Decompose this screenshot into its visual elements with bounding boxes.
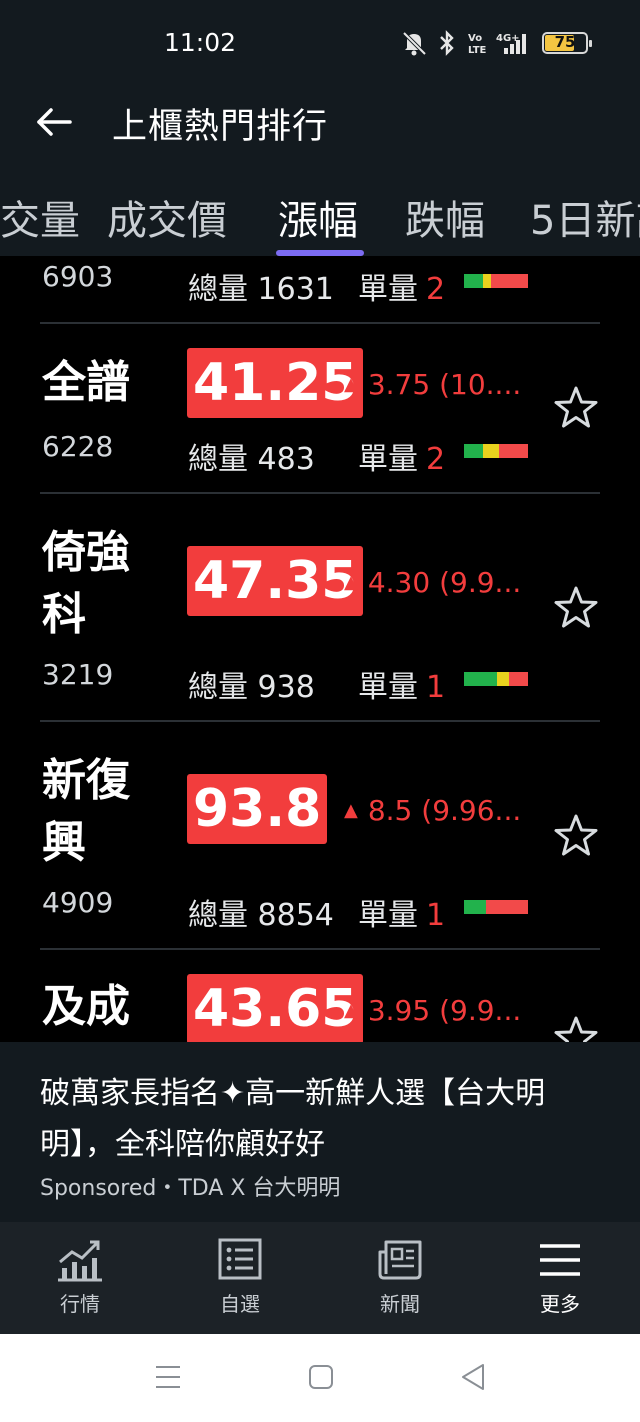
- bid-ask-bar: [464, 900, 528, 914]
- stock-code: 6903: [42, 260, 114, 293]
- nav-item-more[interactable]: 更多: [500, 1238, 620, 1317]
- battery-level: 75: [554, 33, 576, 51]
- star-icon[interactable]: [552, 1014, 600, 1042]
- nav-item-market[interactable]: 行情: [20, 1238, 140, 1317]
- tab-bar: 成交量 成交價 漲幅 跌幅 5日新高: [0, 160, 640, 256]
- nav-label: 行情: [60, 1292, 100, 1316]
- price-box: 47.35: [187, 546, 364, 616]
- tab-volume[interactable]: 成交量: [0, 188, 80, 246]
- volte-icon: Vo LTE: [468, 33, 486, 56]
- star-icon[interactable]: [552, 812, 600, 860]
- stock-row[interactable]: 6903 總量 1631 單量 2: [0, 256, 640, 324]
- system-nav-bar: [0, 1334, 640, 1422]
- price-box: 43.65: [187, 974, 364, 1042]
- stock-name: 及成: [42, 981, 130, 1032]
- stock-row[interactable]: 及成 43.65 ▲ 3.95 (9.9...: [0, 950, 640, 1042]
- battery-icon: 75: [542, 32, 592, 54]
- total-volume: 總量 938: [188, 670, 315, 705]
- stock-code: 3219: [42, 658, 114, 691]
- stock-row[interactable]: 全譜 6228 41.25 ▲ 3.75 (10.... 總量 483 單量 2: [0, 324, 640, 492]
- tab-price[interactable]: 成交價: [107, 188, 227, 246]
- svg-text:LTE: LTE: [468, 45, 486, 56]
- svg-text:Vo: Vo: [468, 33, 482, 44]
- price-change: ▲ 8.5 (9.96...: [344, 794, 522, 827]
- news-icon: [378, 1240, 422, 1280]
- price-box: 41.25: [187, 348, 364, 418]
- stock-row[interactable]: 新復興 4909 93.8 ▲ 8.5 (9.96... 總量 8854 單量 1: [0, 722, 640, 948]
- total-volume: 總量 483: [188, 442, 315, 477]
- unit-volume: 單量 2: [358, 442, 446, 477]
- status-icons: Vo LTE 4G+ 75: [400, 30, 592, 56]
- unit-volume: 單量 1: [358, 670, 446, 705]
- stock-row[interactable]: 倚強科 3219 47.35 ▲ 4.30 (9.9... 總量 938 單量 1: [0, 494, 640, 720]
- bottom-nav: 行情 自選 新聞 更多: [0, 1222, 640, 1334]
- back-arrow-icon[interactable]: [34, 102, 74, 142]
- bid-ask-bar: [464, 672, 528, 686]
- back-triangle-icon[interactable]: [460, 1362, 486, 1392]
- home-square-icon[interactable]: [308, 1362, 334, 1392]
- nav-label: 新聞: [380, 1292, 420, 1316]
- status-bar: 11:02 Vo LTE 4G+ 75: [0, 0, 640, 84]
- star-icon[interactable]: [552, 584, 600, 632]
- stock-name: 全譜: [42, 357, 130, 408]
- status-time: 11:02: [164, 28, 237, 57]
- chart-icon: [58, 1240, 102, 1282]
- mute-bell-icon: [402, 31, 427, 56]
- stock-name: 倚強科: [42, 527, 130, 640]
- signal-4g-icon: 4G+: [496, 33, 526, 54]
- tab-gainers[interactable]: 漲幅: [278, 188, 358, 246]
- price-box: 93.8: [187, 774, 328, 844]
- ad-title: 破萬家長指名✦高一新鮮人選【台大明明】，全科陪你顧好好: [40, 1076, 546, 1162]
- bid-ask-bar: [464, 444, 528, 458]
- price-change: ▲ 3.95 (9.9...: [344, 994, 522, 1027]
- unit-volume: 單量 2: [358, 272, 446, 307]
- list-icon: [218, 1238, 262, 1280]
- star-icon[interactable]: [552, 384, 600, 432]
- ad-sponsor: Sponsored・TDA X 台大明明: [40, 1176, 341, 1201]
- price-change: ▲ 4.30 (9.9...: [344, 566, 522, 599]
- stock-code: 6228: [42, 430, 114, 463]
- bluetooth-icon: [440, 30, 454, 56]
- stock-list[interactable]: 6903 總量 1631 單量 2 全譜 6228 41.25 ▲ 3.75 (10…: [0, 256, 640, 1042]
- nav-item-news[interactable]: 新聞: [340, 1238, 460, 1317]
- recents-menu-icon[interactable]: [154, 1362, 182, 1392]
- total-volume: 總量 8854: [188, 898, 334, 933]
- sponsored-ad[interactable]: 破萬家長指名✦高一新鮮人選【台大明明】，全科陪你顧好好 Sponsored・TD…: [0, 1042, 640, 1222]
- stock-code: 4909: [42, 886, 114, 919]
- page-title: 上櫃熱門排行: [112, 107, 329, 147]
- unit-volume: 單量 1: [358, 898, 446, 933]
- price-change: ▲ 3.75 (10....: [344, 368, 522, 401]
- nav-label: 自選: [220, 1292, 260, 1316]
- stock-name: 新復興: [42, 755, 130, 868]
- tab-5day-high[interactable]: 5日新高: [530, 188, 640, 246]
- nav-item-watchlist[interactable]: 自選: [180, 1238, 300, 1317]
- tab-losers[interactable]: 跌幅: [405, 188, 485, 246]
- nav-label: 更多: [540, 1292, 580, 1316]
- menu-icon: [540, 1244, 580, 1276]
- app-header: 上櫃熱門排行: [0, 84, 640, 160]
- total-volume: 總量 1631: [188, 272, 334, 307]
- bid-ask-bar: [464, 274, 528, 288]
